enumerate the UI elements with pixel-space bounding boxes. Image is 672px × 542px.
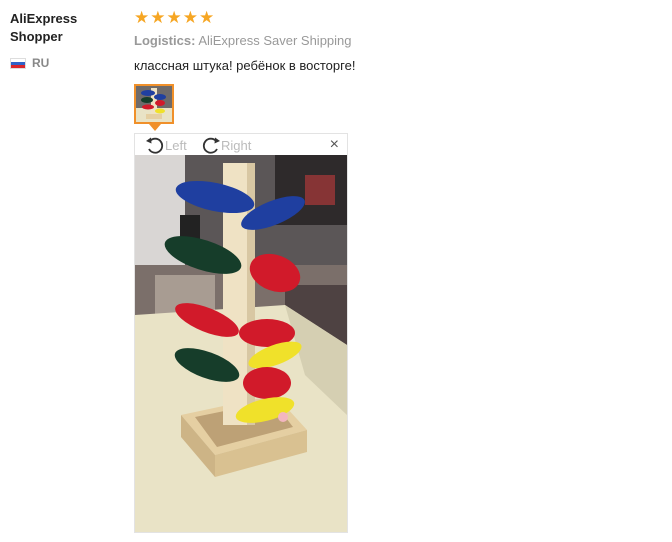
rotate-left-icon [146, 137, 164, 154]
star-icon: ★ [150, 8, 166, 27]
logistics-info: Logistics: AliExpress Saver Shipping [134, 33, 352, 48]
reviewer-name: AliExpress Shopper [10, 11, 78, 44]
star-icon: ★ [199, 8, 215, 27]
star-icon: ★ [182, 8, 198, 27]
logistics-label: Logistics: [134, 33, 196, 48]
rotate-left-label: Left [165, 137, 187, 153]
logistics-value: AliExpress Saver Shipping [198, 33, 352, 48]
close-icon[interactable]: × [330, 136, 339, 154]
viewer-toolbar: Left Right × [135, 134, 347, 155]
reviewer-country: RU [10, 56, 49, 70]
review-text: классная штука! ребёнок в восторге! [134, 58, 356, 73]
star-icon: ★ [166, 8, 182, 27]
thumbnail-image [136, 86, 172, 122]
rotate-right-icon [202, 137, 220, 154]
star-icon: ★ [134, 8, 150, 27]
country-code: RU [32, 56, 50, 70]
rotate-right-label: Right [221, 137, 252, 153]
marble-tree-photo [135, 155, 347, 532]
rotate-right-button[interactable]: Right [201, 136, 251, 154]
russia-flag-icon [10, 57, 26, 69]
review-photo [135, 155, 347, 532]
rotate-left-button[interactable]: Left [145, 136, 187, 154]
review-photo-thumbnail[interactable] [134, 84, 174, 124]
thumbnail-pointer-icon [149, 124, 161, 131]
photo-viewer: Left Right × [134, 133, 348, 533]
star-rating: ★ ★ ★ ★ ★ [134, 9, 214, 26]
